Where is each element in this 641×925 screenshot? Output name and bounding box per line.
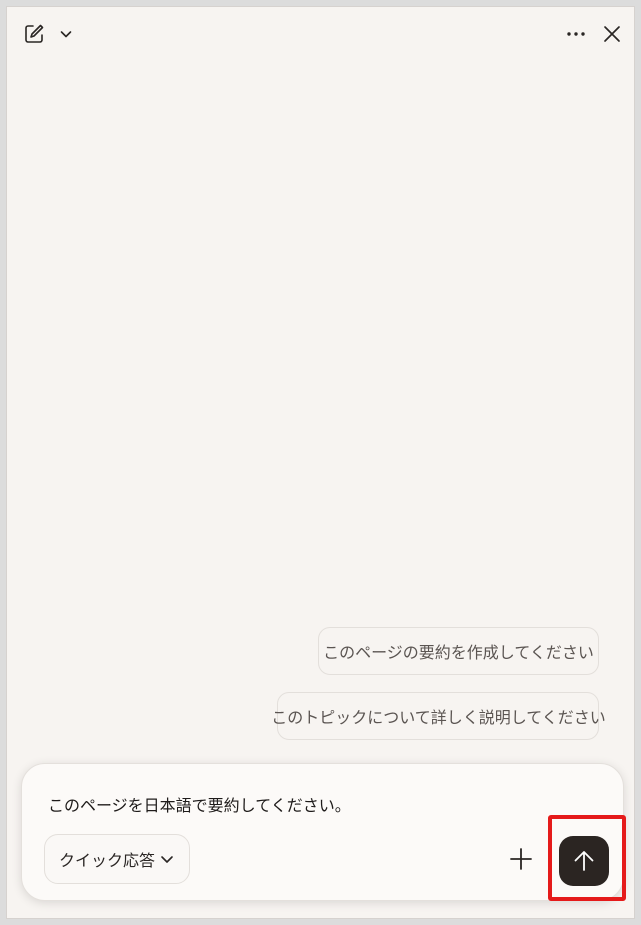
chevron-down-icon bbox=[60, 31, 72, 38]
suggestion-label: このトピックについて詳しく説明してください bbox=[271, 708, 606, 727]
arrow-up-icon bbox=[574, 851, 594, 871]
add-attachment-button[interactable] bbox=[508, 846, 534, 872]
chat-composer: このページを日本語で要約してください。 クイック応答 bbox=[21, 763, 626, 901]
suggestion-chip-explain[interactable]: このトピックについて詳しく説明してください bbox=[271, 692, 606, 740]
plus-icon bbox=[510, 848, 532, 870]
more-options-button[interactable] bbox=[563, 21, 589, 47]
new-chat-button[interactable] bbox=[21, 21, 47, 47]
suggestion-label: このページの要約を作成してください bbox=[323, 643, 594, 662]
new-chat-options-button[interactable] bbox=[55, 23, 77, 45]
close-button[interactable] bbox=[599, 21, 625, 47]
response-mode-dropdown[interactable]: クイック応答 bbox=[44, 834, 190, 884]
chevron-down-icon bbox=[161, 856, 173, 863]
copilot-sidebar-panel: このページの要約を作成してください このトピックについて詳しく説明してください … bbox=[6, 6, 635, 919]
close-icon bbox=[604, 26, 620, 42]
chat-input[interactable]: このページを日本語で要約してください。 bbox=[48, 792, 351, 816]
compose-icon bbox=[25, 24, 44, 43]
suggestion-chip-summarize[interactable]: このページの要約を作成してください bbox=[318, 627, 599, 675]
more-horizontal-icon bbox=[567, 32, 585, 36]
send-button[interactable] bbox=[559, 836, 609, 886]
response-mode-label: クイック応答 bbox=[59, 851, 156, 870]
